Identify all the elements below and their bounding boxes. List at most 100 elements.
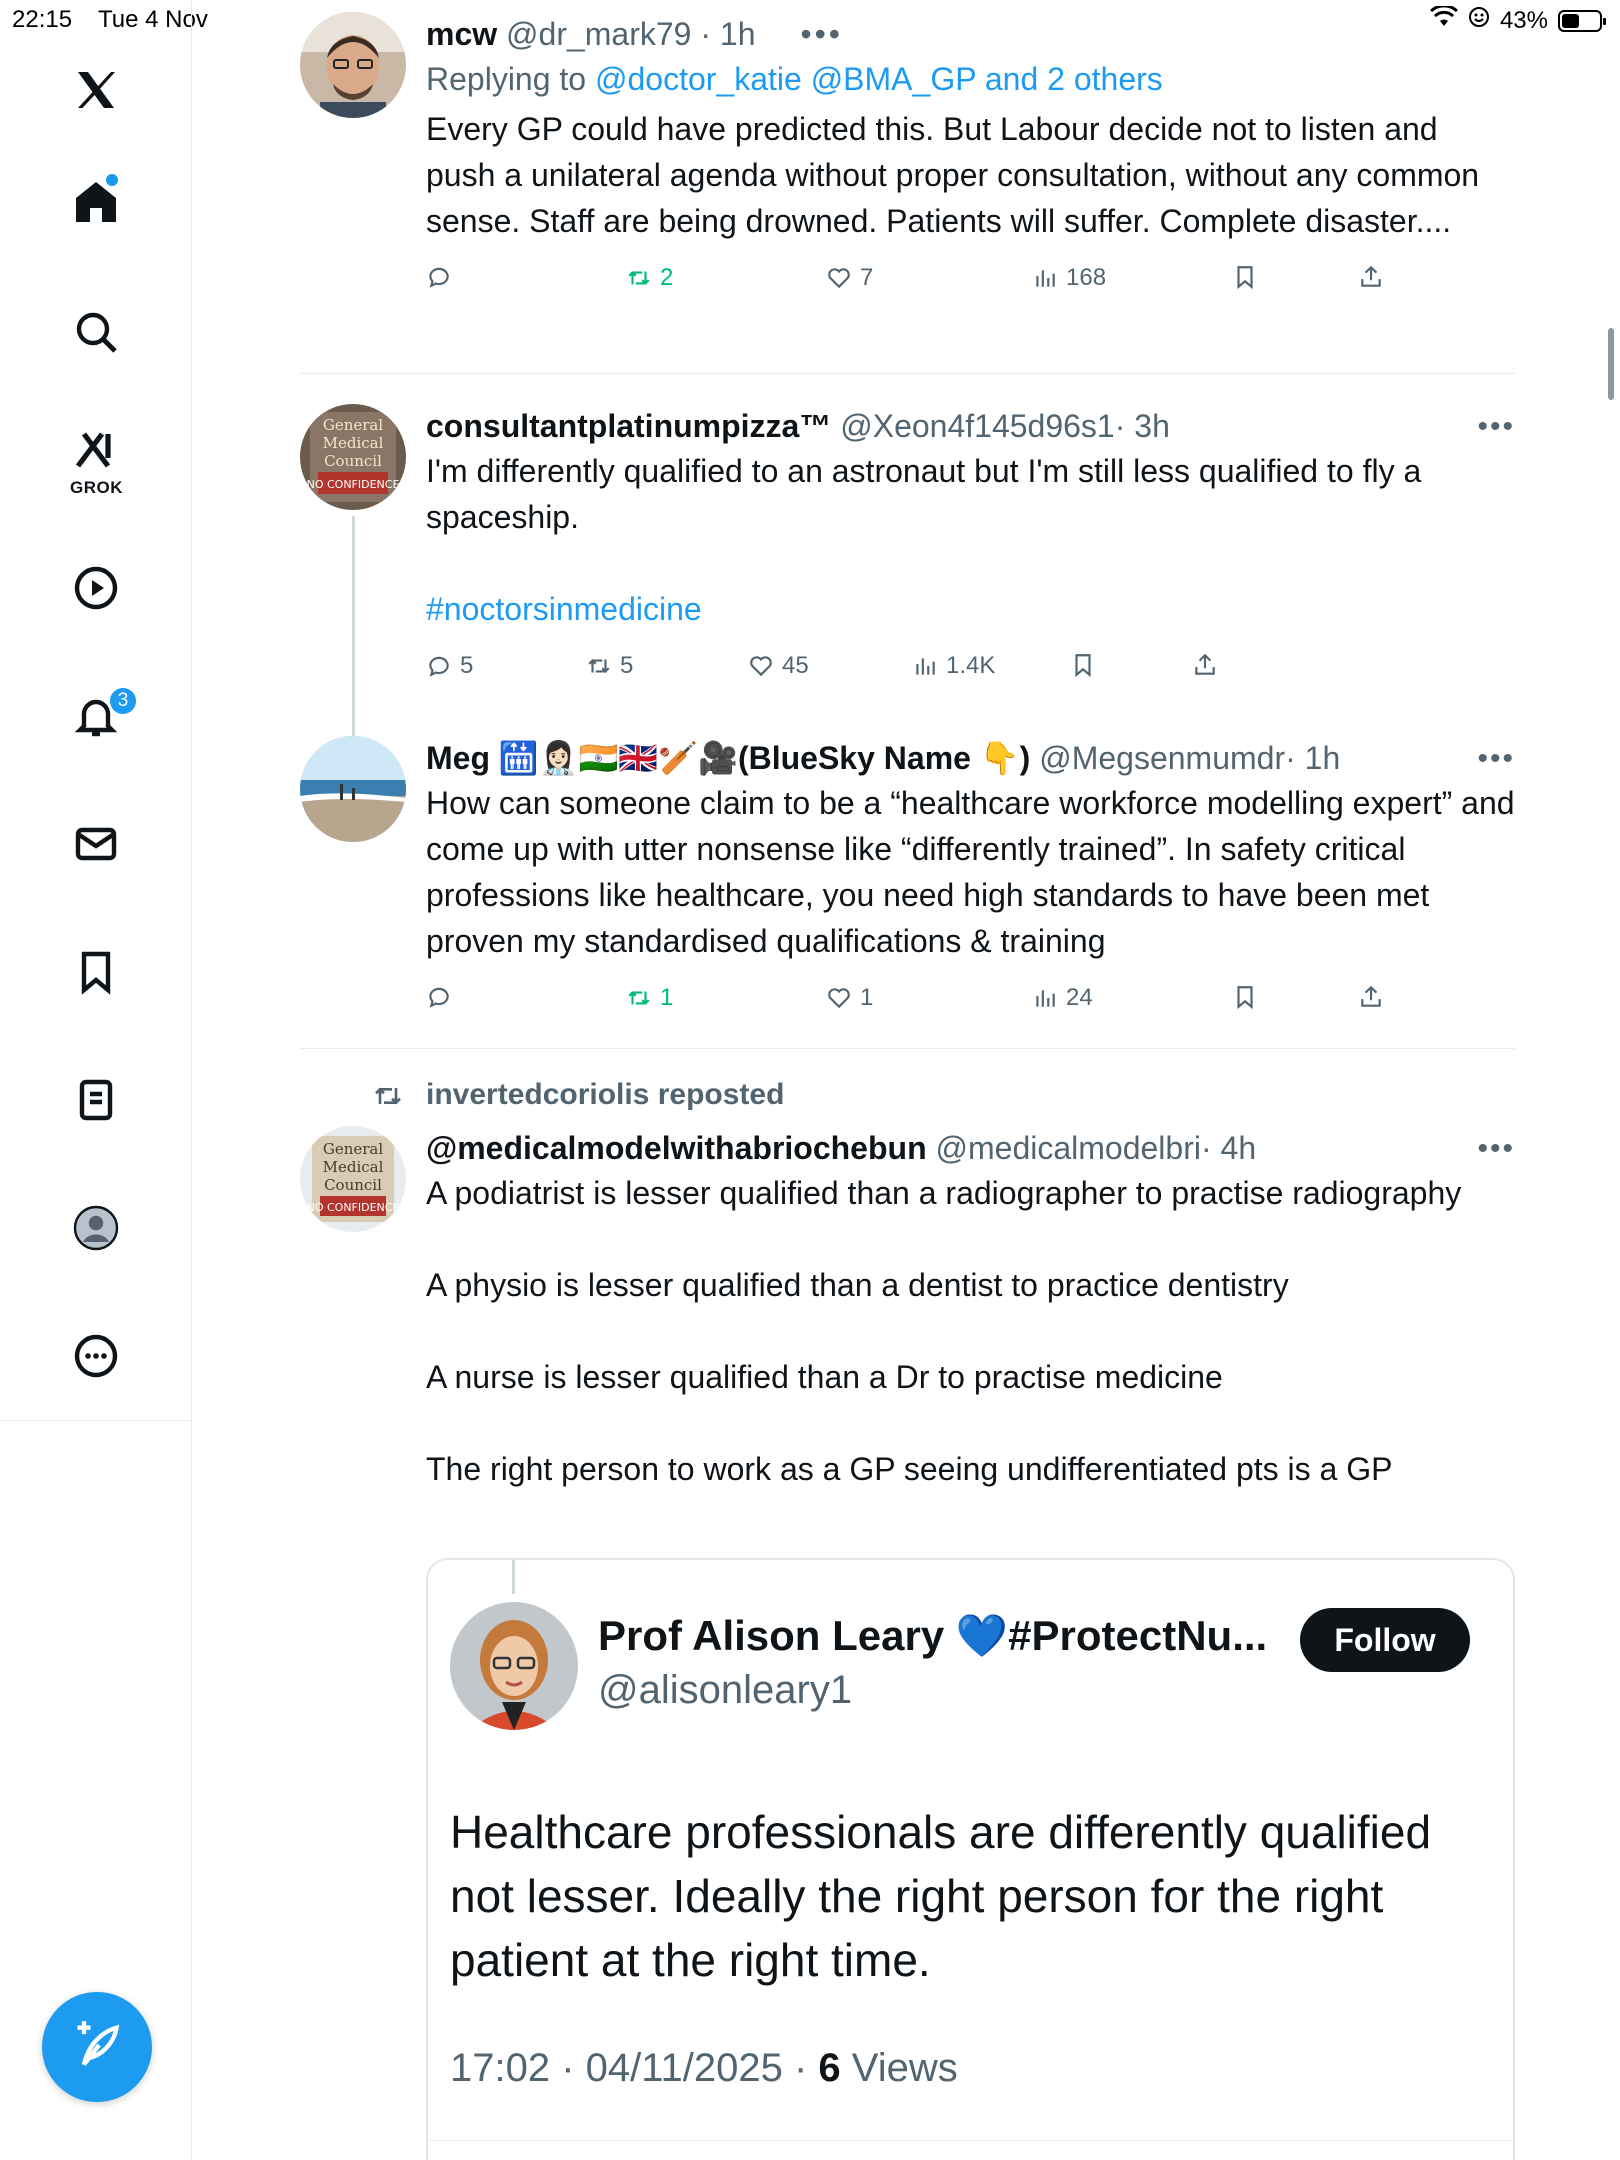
hashtag-link[interactable]: #noctorsinmedicine [426,591,702,627]
repost-count: 1 [660,984,674,1011]
share-icon [1361,985,1381,1007]
profile-icon[interactable] [66,1198,126,1258]
quote-views-label: Views [840,2046,958,2090]
like-button[interactable]: 1 [826,984,873,1012]
bookmark-icon[interactable] [66,942,126,1002]
tweet-time[interactable]: · 4h [1201,1130,1256,1166]
views-icon [916,658,935,675]
author-handle[interactable]: @medicalmodelbri [936,1130,1201,1166]
tweet-actions: 1 1 24 [426,976,1515,1026]
heart-icon [828,988,850,1009]
repost-icon [628,991,650,1005]
quote-avatar[interactable] [450,1602,578,1730]
quote-thread-line [512,1560,515,1594]
x-logo-icon[interactable] [66,60,126,120]
more-options-icon[interactable]: ••• [1477,410,1515,444]
share-icon [1361,265,1381,287]
share-icon [1195,653,1215,675]
quote-text: Healthcare professionals are differently… [450,1806,1432,1986]
repost-label: invertedcoriolis reposted [375,1078,784,1112]
mail-icon[interactable] [66,814,126,874]
more-icon[interactable] [66,1326,126,1386]
avatar[interactable] [300,12,406,118]
more-options-icon[interactable]: ••• [800,16,843,52]
author-handle[interactable]: @Xeon4f145d96s1 [840,408,1114,444]
bookmark-button[interactable] [1232,984,1258,1010]
more-options-icon[interactable]: ••• [1477,742,1515,776]
like-button[interactable]: 45 [748,652,809,680]
sidebar: GROK 3 [0,0,192,2160]
quote-author-handle[interactable]: @alisonleary1 [598,1668,852,1713]
quote-meta: 17:02 · 04/11/2025 · 6 Views [450,2046,958,2091]
replying-to-users[interactable]: @doctor_katie @BMA_GP and 2 others [595,61,1163,97]
svg-text:General: General [323,1140,384,1158]
repost-button[interactable]: 1 [626,984,673,1012]
quote-tweet-card[interactable]: Prof Alison Leary 💙#ProtectNu... @alison… [426,1558,1515,2160]
reply-count: 5 [460,652,474,679]
author-name[interactable]: @medicalmodelwithabriochebun [426,1130,927,1166]
repost-button[interactable]: 5 [586,652,633,680]
tweet-time[interactable]: · 1h [700,16,755,52]
tweet-text: I'm differently qualified to an astronau… [426,453,1431,535]
search-icon[interactable] [66,302,126,362]
more-options-icon[interactable]: ••• [1477,1132,1515,1166]
notifications-badge: 3 [108,686,138,716]
share-button[interactable] [1358,264,1384,290]
repost-button[interactable]: 2 [626,264,673,292]
view-count: 24 [1066,984,1093,1011]
like-button[interactable]: 7 [826,264,873,292]
heart-icon [750,656,772,677]
avatar[interactable] [300,736,406,842]
repost-count: 5 [620,652,634,679]
svg-text:Medical: Medical [323,1158,384,1176]
sidebar-divider [0,1420,192,1421]
svg-text:Council: Council [324,1176,382,1194]
lists-icon[interactable] [66,1070,126,1130]
views-button[interactable]: 168 [1032,264,1106,292]
reply-button[interactable] [426,984,460,1010]
heart-icon [828,268,850,289]
reply-button[interactable] [426,264,460,290]
grok-label: GROK [70,478,123,497]
views-icon [1036,270,1055,287]
repost-icon [628,271,650,285]
quote-author-name[interactable]: Prof Alison Leary 💙#ProtectNu... [598,1612,1267,1661]
quote-divider [428,2140,1513,2141]
author-handle[interactable]: @dr_mark79 [506,16,691,52]
compose-button[interactable] [42,1992,152,2102]
replying-prefix: Replying to [426,61,595,97]
svg-text:NO CONFIDENCE: NO CONFIDENCE [307,478,400,491]
share-button[interactable] [1358,984,1384,1010]
reposted-by[interactable]: invertedcoriolis reposted [426,1078,784,1112]
tweet-text: How can someone claim to be a “healthcar… [426,785,1524,959]
tweet-time[interactable]: · 1h [1285,740,1340,776]
video-icon[interactable] [66,558,126,618]
bookmark-icon [1237,266,1253,290]
scrollbar[interactable] [1608,328,1614,400]
follow-button[interactable]: Follow [1300,1608,1470,1672]
repost-count: 2 [660,264,674,291]
view-count: 1.4K [946,652,996,679]
tweet-time[interactable]: · 3h [1115,408,1170,444]
avatar[interactable]: General Medical Council NO CONFIDENCE [300,1126,406,1232]
bookmark-icon [1075,654,1091,678]
bookmark-button[interactable] [1232,264,1258,290]
views-button[interactable]: 24 [1032,984,1093,1012]
tweet-hashtag-line: #noctorsinmedicine [426,586,1515,632]
avatar[interactable]: General Medical Council NO CONFIDENCE [300,404,406,510]
svg-text:Council: Council [324,452,382,470]
grok-icon[interactable] [66,420,126,480]
author-name[interactable]: consultantplatinumpizza™ [426,408,831,444]
svg-text:NO CONFIDENCE: NO CONFIDENCE [307,1201,400,1214]
repost-icon [372,1080,404,1120]
share-button[interactable] [1192,652,1218,678]
views-icon [1036,990,1055,1007]
reply-button[interactable]: 5 [426,652,473,680]
like-count: 1 [860,984,874,1011]
svg-text:Medical: Medical [323,434,384,452]
bookmark-button[interactable] [1070,652,1096,678]
author-handle[interactable]: @Megsenmumdr [1039,740,1285,776]
author-name[interactable]: Meg 🛗👩🏻‍⚕️🇮🇳🇬🇧🏏🎥(BlueSky Name 👇) [426,740,1030,776]
views-button[interactable]: 1.4K [912,652,995,680]
author-name[interactable]: mcw [426,16,497,52]
